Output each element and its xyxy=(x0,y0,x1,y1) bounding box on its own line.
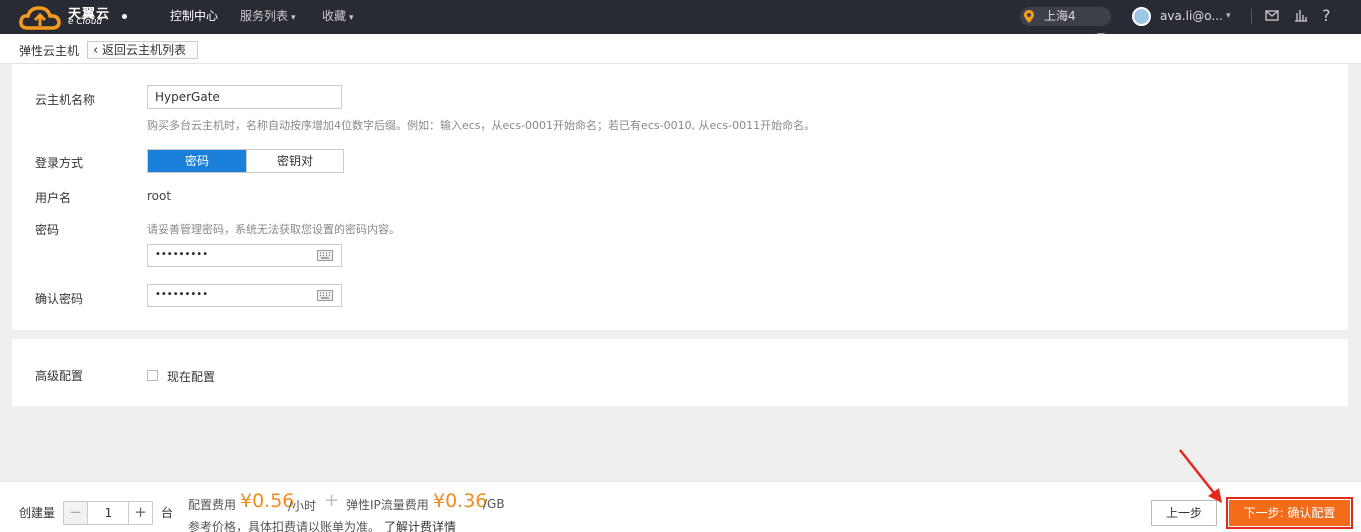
chart-icon[interactable] xyxy=(1292,7,1310,25)
breadcrumb: 弹性云主机 ‹ 返回云主机列表 xyxy=(0,34,1361,64)
username-value: root xyxy=(147,189,172,203)
password-field[interactable]: ••••••••• xyxy=(147,244,342,267)
nav-favorites[interactable]: 收藏 ▾ xyxy=(322,0,354,34)
nav-service-list-label: 服务列表 xyxy=(240,9,289,23)
back-to-list-label: 返回云主机列表 xyxy=(102,43,187,57)
username-label: 用户名 xyxy=(35,191,72,205)
increment-button[interactable]: + xyxy=(128,502,152,524)
basic-settings-panel: 云主机名称 购买多台云主机时，名称自动按序增加4位数字后缀。例如：输入ecs，从… xyxy=(12,64,1348,330)
eip-traffic-fee-unit: /GB xyxy=(483,497,505,511)
region-name: 上海4 xyxy=(1044,9,1076,23)
nav-control-center[interactable]: 控制中心 xyxy=(170,0,218,34)
instance-name-label: 云主机名称 xyxy=(35,93,96,107)
advanced-settings-label: 高级配置 xyxy=(35,369,84,383)
help-icon[interactable]: ? xyxy=(1319,6,1337,25)
login-method-toggle: 密码 密钥对 xyxy=(147,149,344,173)
decrement-button[interactable]: − xyxy=(64,502,88,524)
avatar[interactable] xyxy=(1132,7,1151,26)
chevron-down-icon[interactable]: ▾ xyxy=(1226,0,1231,32)
location-pin-icon xyxy=(1024,10,1034,23)
confirm-password-mask: ••••••••• xyxy=(155,289,209,300)
cloud-logo-icon xyxy=(19,6,61,30)
user-account-name[interactable]: ava.li@o... xyxy=(1160,0,1223,32)
config-fee-label: 配置费用 xyxy=(188,498,237,512)
password-mask: ••••••••• xyxy=(155,249,209,260)
chevron-left-icon: ‹ xyxy=(93,43,99,58)
keyboard-icon[interactable] xyxy=(317,250,333,261)
eip-traffic-fee-label: 弹性IP流量费用 xyxy=(346,498,429,512)
next-confirm-config-button[interactable]: 下一步: 确认配置 xyxy=(1229,500,1350,526)
page-title: 弹性云主机 xyxy=(19,44,80,58)
confirm-password-label: 确认密码 xyxy=(35,292,84,306)
confirm-password-field[interactable]: ••••••••• xyxy=(147,284,342,307)
login-method-label: 登录方式 xyxy=(35,156,84,170)
plus-separator: + xyxy=(324,490,340,511)
reference-price-note: 参考价格，具体扣费请以账单为准。 xyxy=(188,520,381,532)
mail-icon[interactable] xyxy=(1263,7,1281,25)
divider xyxy=(1251,9,1252,24)
help-glyph: ? xyxy=(1322,6,1331,25)
config-fee-unit: /小时 xyxy=(288,499,317,513)
quantity-label: 创建量 xyxy=(19,506,56,520)
eip-traffic-fee-price: ¥0.36 xyxy=(433,490,488,512)
password-hint: 请妥善管理密码，系统无法获取您设置的密码内容。 xyxy=(147,223,400,236)
login-method-password-option[interactable]: 密码 xyxy=(148,150,246,172)
brand-logo[interactable]: 天翼云 e Cloud xyxy=(18,2,130,32)
brand-subtitle: e Cloud xyxy=(68,17,103,27)
brand-dot xyxy=(122,14,127,19)
instance-name-input[interactable] xyxy=(147,85,342,109)
configure-now-checkbox[interactable] xyxy=(147,370,158,381)
config-fee-price: ¥0.56 xyxy=(240,490,295,512)
nav-service-list[interactable]: 服务列表 ▾ xyxy=(240,0,296,34)
region-selector[interactable]: 上海4 xyxy=(1020,7,1111,26)
billing-details-link[interactable]: 了解计费详情 xyxy=(384,518,456,532)
quantity-unit: 台 xyxy=(161,506,174,520)
keyboard-icon[interactable] xyxy=(317,290,333,301)
chevron-down-icon: ▾ xyxy=(349,13,354,23)
configure-now-label[interactable]: 现在配置 xyxy=(167,368,215,385)
top-navigation-bar: 天翼云 e Cloud 控制中心 服务列表 ▾ 收藏 ▾ 上海4 ava.li@o.… xyxy=(0,0,1361,38)
instance-name-hint: 购买多台云主机时，名称自动按序增加4位数字后缀。例如：输入ecs，从ecs-00… xyxy=(147,119,816,132)
quantity-stepper: − 1 + xyxy=(63,501,153,525)
annotation-arrow-icon xyxy=(1179,449,1222,503)
back-to-list-button[interactable]: ‹ 返回云主机列表 xyxy=(87,41,198,59)
login-method-keypair-option[interactable]: 密钥对 xyxy=(246,150,343,172)
chevron-down-icon: ▾ xyxy=(291,13,296,23)
nav-control-center-label: 控制中心 xyxy=(170,9,219,23)
order-summary-bar: 创建量 − 1 + 台 配置费用 ¥0.56 /小时 + 弹性IP流量费用 ¥0… xyxy=(0,481,1361,532)
nav-favorites-label: 收藏 xyxy=(322,9,347,23)
advanced-settings-panel: 高级配置 现在配置 xyxy=(12,339,1348,406)
password-label: 密码 xyxy=(35,223,60,237)
quantity-value[interactable]: 1 xyxy=(89,502,128,524)
